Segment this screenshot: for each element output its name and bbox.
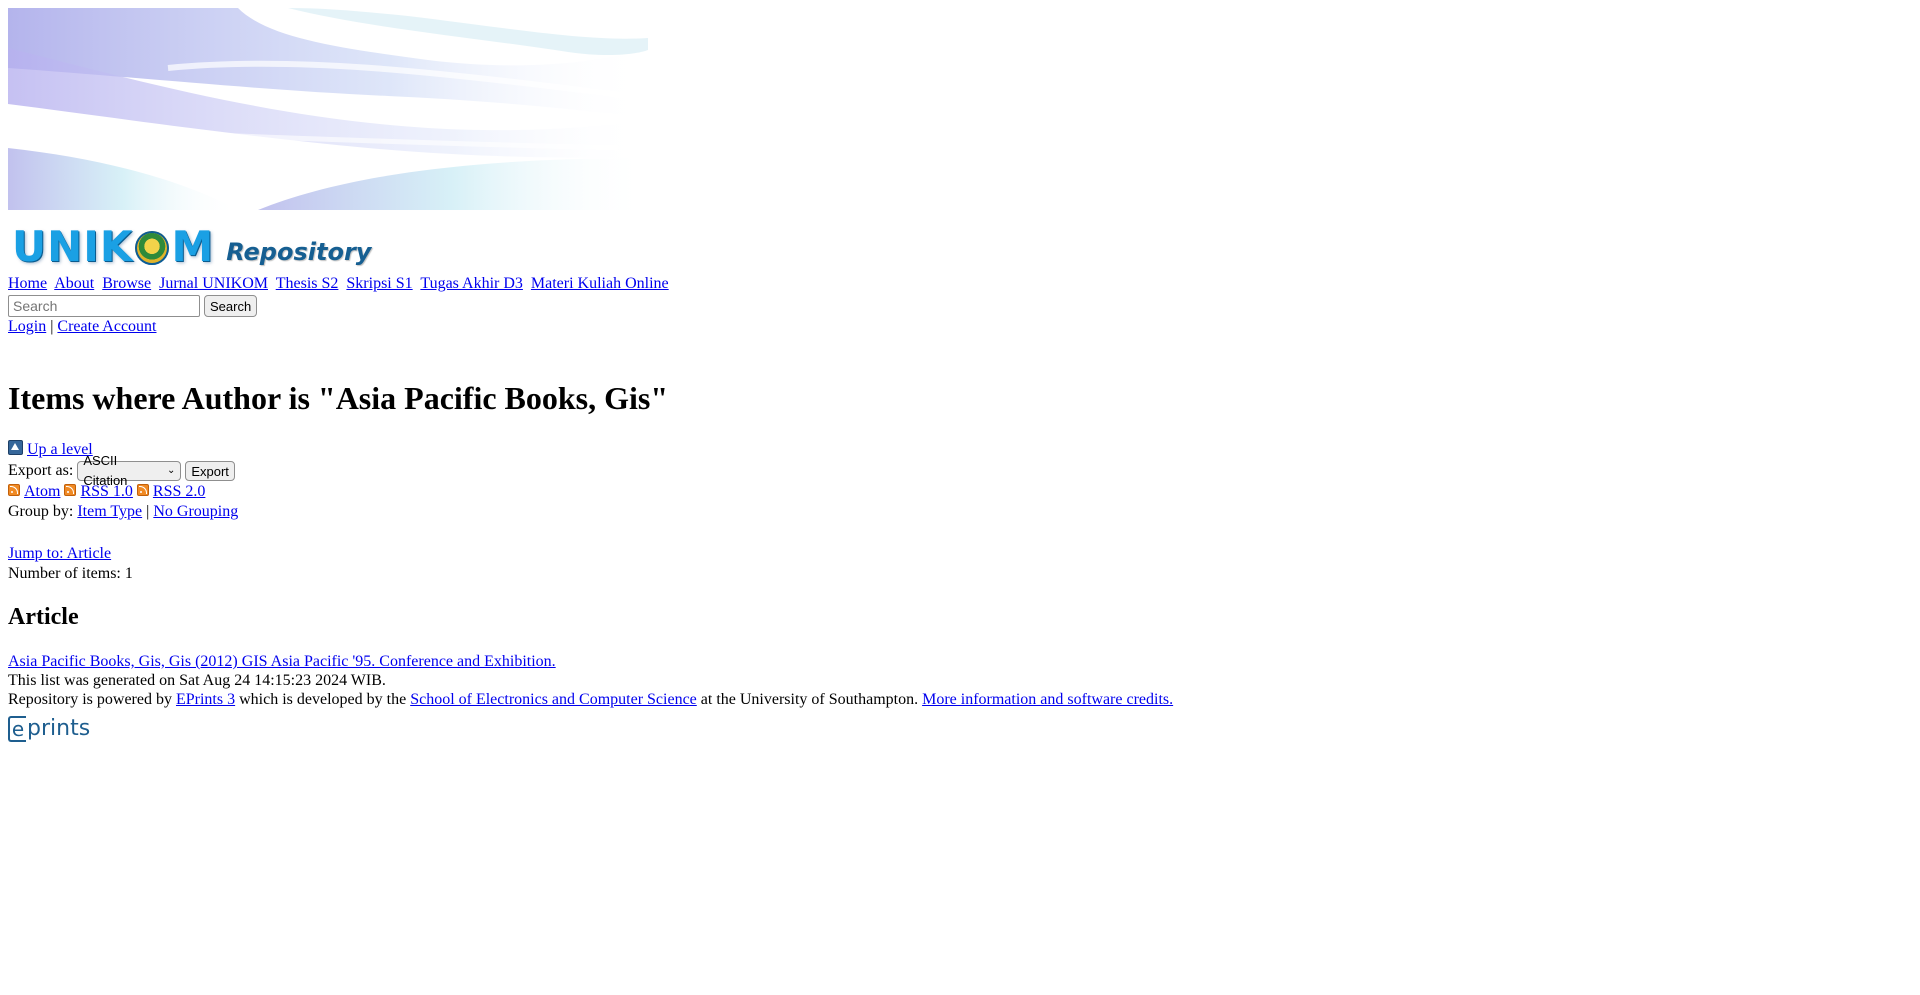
group-by-label: Group by: <box>8 503 74 520</box>
search-form: Search <box>8 295 258 317</box>
eprints-e-box-icon: e <box>8 716 26 742</box>
export-label: Export as: <box>8 462 74 479</box>
up-arrow-icon[interactable] <box>8 439 23 455</box>
jump-to-article-link[interactable]: Jump to: Article <box>8 545 111 562</box>
group-by-none-link[interactable]: No Grouping <box>153 503 238 520</box>
header-banner-image <box>8 8 648 210</box>
group-by-item-type-link[interactable]: Item Type <box>77 503 142 520</box>
group-by-separator: | <box>146 503 150 520</box>
export-format-select[interactable]: ASCII Citation ⌄ <box>77 453 182 488</box>
jump-to-nav: Jump to: Article <box>8 544 111 564</box>
up-level-nav: Up a level <box>8 439 93 460</box>
eprints-logo-prints: prints <box>27 716 91 741</box>
rss1-feed-icon[interactable] <box>64 484 77 496</box>
menu-link-skripsi-s1[interactable]: Skripsi S1 <box>346 275 412 292</box>
developed-by-text: which is developed by the <box>239 691 407 708</box>
rss2-feed-link[interactable]: RSS 2.0 <box>153 482 205 502</box>
list-item: Asia Pacific Books, Gis, Gis (2012) GIS … <box>8 652 556 672</box>
export-form: Export as: ASCII Citation ⌄ Export <box>8 453 235 488</box>
logo-text-end: M <box>171 222 215 271</box>
account-links: Login | Create Account <box>8 317 157 337</box>
eprints-logo-e: e <box>11 717 25 741</box>
item-count: Number of items: 1 <box>8 565 133 582</box>
university-text: at the University of Southampton. <box>700 691 919 708</box>
menu-link-home[interactable]: Home <box>8 275 47 292</box>
section-heading-article: Article <box>8 604 79 630</box>
page-title: Items where Author is "Asia Pacific Book… <box>8 380 669 416</box>
school-link[interactable]: School of Electronics and Computer Scien… <box>410 691 697 708</box>
create-account-link[interactable]: Create Account <box>57 318 156 335</box>
main-menu: Home About Browse Jurnal UNIKOM Thesis S… <box>8 274 673 294</box>
menu-link-materi-kuliah-online[interactable]: Materi Kuliah Online <box>531 275 669 292</box>
chevron-down-icon: ⌄ <box>166 465 176 476</box>
menu-link-about[interactable]: About <box>54 275 94 292</box>
logo-subtitle: Repository <box>226 238 372 266</box>
powered-by-footer: Repository is powered by EPrints 3 which… <box>8 690 1173 710</box>
menu-link-browse[interactable]: Browse <box>102 275 151 292</box>
site-logo[interactable]: UNIK M Repository <box>12 222 371 268</box>
university-seal-icon <box>135 231 170 265</box>
page: UNIK M Repository Home About Browse Jurn… <box>0 0 1920 995</box>
menu-link-jurnal-unikom[interactable]: Jurnal UNIKOM <box>159 275 268 292</box>
generated-timestamp: This list was generated on Sat Aug 24 14… <box>8 672 386 689</box>
rss1-feed-link[interactable]: RSS 1.0 <box>80 482 132 502</box>
eprints-logo[interactable]: e prints <box>8 712 90 742</box>
search-button[interactable]: Search <box>204 295 258 317</box>
logo-text-main: UNIK <box>12 222 134 271</box>
eprints-link[interactable]: EPrints 3 <box>176 691 235 708</box>
item-citation-link[interactable]: Asia Pacific Books, Gis, Gis (2012) GIS … <box>8 653 556 670</box>
atom-feed-link[interactable]: Atom <box>24 482 60 502</box>
search-input[interactable] <box>8 295 200 317</box>
rss2-feed-icon[interactable] <box>136 484 149 496</box>
account-separator: | <box>50 318 54 335</box>
login-link[interactable]: Login <box>8 318 46 335</box>
software-credits-link[interactable]: More information and software credits. <box>922 691 1173 708</box>
powered-prefix: Repository is powered by <box>8 691 172 708</box>
menu-link-tugas-akhir-d3[interactable]: Tugas Akhir D3 <box>420 275 523 292</box>
feed-links: Atom RSS 1.0 RSS 2.0 <box>8 482 209 502</box>
export-button[interactable]: Export <box>185 461 235 481</box>
atom-feed-icon[interactable] <box>8 484 20 496</box>
group-by-options: Group by: Item Type | No Grouping <box>8 502 238 522</box>
menu-link-thesis-s2[interactable]: Thesis S2 <box>276 275 339 292</box>
